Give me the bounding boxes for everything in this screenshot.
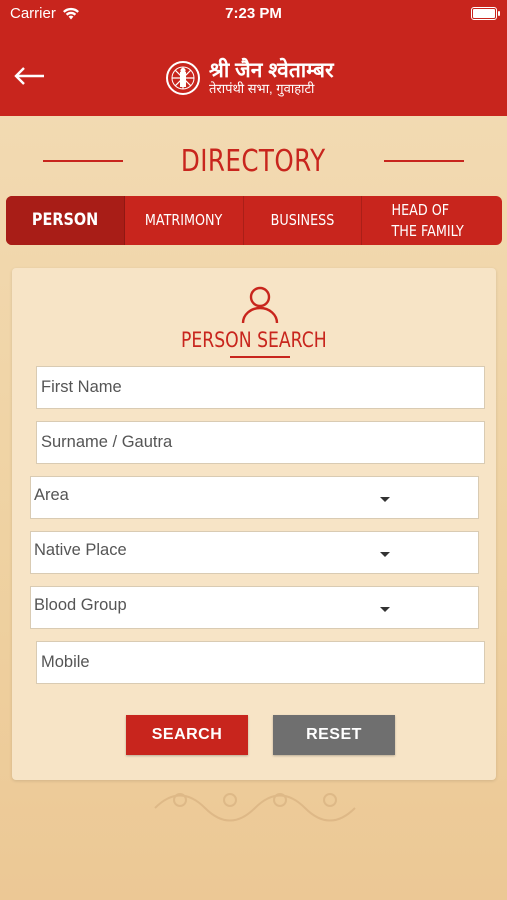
back-button[interactable] <box>14 62 46 90</box>
mobile-field[interactable] <box>36 641 485 684</box>
chevron-down-icon <box>380 497 390 502</box>
area-select-label: Area <box>34 486 69 504</box>
tab-person[interactable]: PERSON <box>6 196 125 245</box>
blood-group-select-label: Blood Group <box>34 596 127 614</box>
first-name-input[interactable] <box>41 367 484 408</box>
page-title: DIRECTORY <box>181 143 326 179</box>
app-logo: श्री जैन श्वेताम्बर तेरापंथी सभा, गुवाहा… <box>165 60 334 96</box>
status-time: 7:23 PM <box>225 5 282 22</box>
mobile-input[interactable] <box>41 642 484 683</box>
logo-title: श्री जैन श्वेताम्बर <box>209 59 334 83</box>
title-rule-left <box>43 160 124 162</box>
blood-group-select[interactable]: Blood Group <box>30 586 479 629</box>
title-rule-right <box>383 160 464 162</box>
chevron-down-icon <box>380 607 390 612</box>
native-place-select[interactable]: Native Place <box>30 531 479 574</box>
status-bar: Carrier 7:23 PM <box>0 0 507 28</box>
search-title-underline <box>230 356 290 358</box>
person-icon <box>241 286 279 324</box>
reset-button[interactable]: RESET <box>273 715 395 755</box>
area-select[interactable]: Area <box>30 476 479 519</box>
tab-head-of-family-label: HEAD OF THE FAMILY <box>391 200 465 240</box>
tab-matrimony[interactable]: MATRIMONY <box>125 196 244 245</box>
directory-tabs: PERSON MATRIMONY BUSINESS HEAD OF THE FA… <box>6 196 502 245</box>
page-title-row: DIRECTORY <box>0 138 507 184</box>
first-name-field[interactable] <box>36 366 485 409</box>
surname-input[interactable] <box>41 422 484 463</box>
emblem-icon <box>166 61 200 95</box>
search-button[interactable]: SEARCH <box>126 715 248 755</box>
tab-business-label: BUSINESS <box>270 211 335 229</box>
tab-matrimony-label: MATRIMONY <box>144 211 223 229</box>
logo-subtitle: तेरापंथी सभा, गुवाहाटी <box>209 81 315 97</box>
back-arrow-icon <box>14 67 44 85</box>
native-place-select-label: Native Place <box>34 541 127 559</box>
chevron-down-icon <box>380 552 390 557</box>
decorative-watermark <box>154 793 356 822</box>
tab-head-of-family[interactable]: HEAD OF THE FAMILY <box>362 196 502 245</box>
person-search-card: PERSON SEARCH Area Native Place Blood Gr… <box>12 268 496 780</box>
tab-person-label: PERSON <box>31 209 99 230</box>
tab-business[interactable]: BUSINESS <box>244 196 363 245</box>
app-header: Carrier 7:23 PM श्री जैन श्वेताम्बर तेरा… <box>0 0 507 116</box>
search-card-title: PERSON SEARCH <box>181 328 327 352</box>
surname-field[interactable] <box>36 421 485 464</box>
battery-icon <box>471 7 500 20</box>
